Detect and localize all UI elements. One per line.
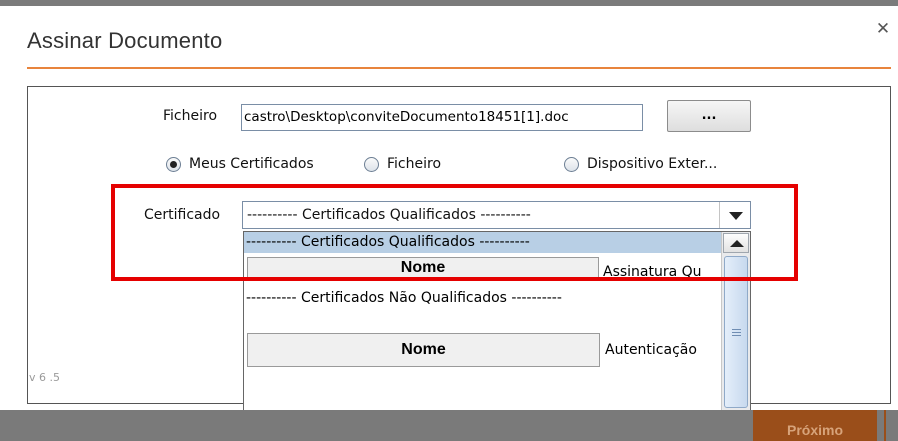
radio-dispositivo-externo-label: Dispositivo Exter...	[587, 156, 718, 172]
window-top-edge	[0, 0, 898, 6]
grip-line	[732, 332, 741, 333]
certificate-select[interactable]: ---------- Certificados Qualificados ---…	[242, 201, 751, 229]
certificate-name-cell[interactable]: Nome	[247, 257, 599, 279]
close-icon[interactable]: ✕	[874, 20, 892, 38]
radio-meus-certificados-label: Meus Certificados	[189, 156, 314, 172]
scrollbar-thumb[interactable]	[724, 256, 748, 408]
grip-line	[732, 335, 741, 336]
list-item-group-qualificados[interactable]: ---------- Certificados Qualificados ---…	[244, 232, 721, 253]
dropdown-scrollbar[interactable]	[721, 232, 750, 438]
footer-separator	[884, 410, 886, 441]
radio-ficheiro-label: Ficheiro	[387, 156, 442, 172]
file-path-input[interactable]: castro\Desktop\conviteDocumento18451[1].…	[241, 104, 643, 131]
certificate-dropdown-list[interactable]: ---------- Certificados Qualificados ---…	[243, 231, 751, 439]
version-label: v 6 .5	[29, 371, 60, 384]
certificate-usage-cell[interactable]: Autenticação	[605, 342, 697, 358]
radio-dispositivo-externo[interactable]	[564, 157, 579, 172]
title-divider	[27, 67, 891, 69]
grip-line	[732, 329, 741, 330]
radio-meus-certificados[interactable]	[166, 157, 181, 172]
radio-ficheiro[interactable]	[364, 157, 379, 172]
certificate-usage-cell[interactable]: Assinatura Qu	[603, 264, 702, 280]
certificate-select-value: ---------- Certificados Qualificados ---…	[247, 207, 531, 223]
dialog-title: Assinar Documento	[27, 28, 223, 53]
file-label: Ficheiro	[163, 108, 218, 124]
browse-button[interactable]: ...	[667, 100, 751, 132]
certificate-label: Certificado	[144, 207, 221, 223]
certificate-name-cell[interactable]: Nome	[247, 333, 600, 367]
next-button[interactable]: Próximo	[753, 410, 877, 441]
scroll-up-icon[interactable]	[723, 233, 749, 253]
list-item-group-nao-qualificados[interactable]: ---------- Certificados Não Qualificados…	[246, 290, 562, 306]
chevron-down-icon[interactable]	[719, 202, 750, 228]
